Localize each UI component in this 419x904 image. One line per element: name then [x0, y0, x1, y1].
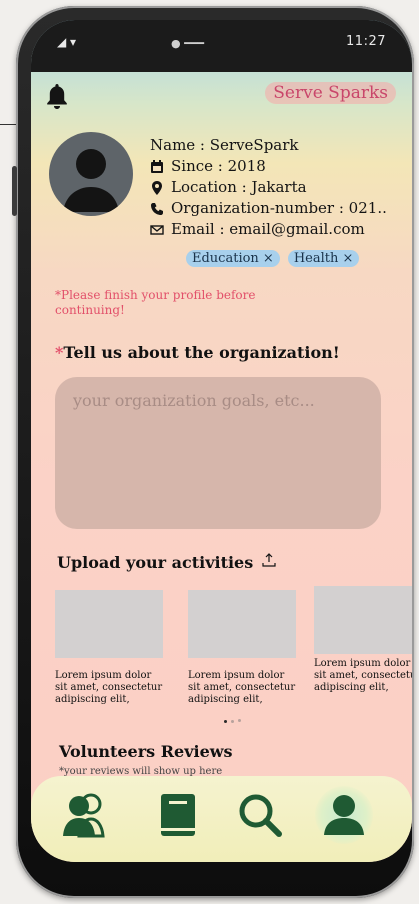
- carousel-dot[interactable]: [231, 720, 234, 723]
- search-icon: [239, 794, 282, 837]
- phone-icon: [151, 202, 163, 215]
- profile-location: Location : Jakarta: [171, 178, 307, 196]
- tag-list: Education × Health ×: [186, 250, 360, 267]
- profile-since: Since : 2018: [171, 157, 266, 175]
- status-bar: ◢ ▾ ● ━━━ 11:27: [31, 20, 412, 72]
- activity-card[interactable]: Lorem ipsum dolor sit amet, consectetur …: [55, 590, 165, 706]
- calendar-icon: [151, 159, 163, 173]
- carousel-dot[interactable]: [224, 720, 227, 723]
- signal-wifi-icon: ◢ ▾: [57, 35, 77, 49]
- profile-warning: *Please finish your profile before conti…: [55, 288, 256, 317]
- profile-since-row: Since : 2018: [150, 156, 387, 177]
- activity-caption: Lorem ipsum dolor sit amet, consectetur …: [55, 670, 163, 705]
- activity-thumbnail: [55, 590, 163, 658]
- activity-card[interactable]: Lorem ipsum dolor sit amet, consectetur …: [314, 586, 412, 694]
- upload-icon[interactable]: [262, 553, 276, 567]
- activity-card[interactable]: Lorem ipsum dolor sit amet, consectetur …: [188, 590, 298, 706]
- location-pin-icon: [152, 180, 162, 195]
- nav-people[interactable]: [57, 786, 115, 844]
- about-textarea[interactable]: your organization goals, etc...: [55, 377, 381, 529]
- mail-icon: [150, 224, 164, 235]
- about-placeholder: your organization goals, etc...: [73, 391, 315, 410]
- volume-button: [12, 166, 17, 216]
- people-icon: [63, 793, 105, 838]
- activity-caption: Lorem ipsum dolor sit amet, consectetur …: [188, 670, 296, 705]
- bottom-nav: [31, 776, 412, 862]
- profile-email-row: Email : email@gmail.com: [150, 219, 387, 240]
- activity-caption: Lorem ipsum dolor sit amet, consectetur …: [314, 658, 412, 693]
- person-icon: [63, 149, 119, 212]
- dynamic-island: ● ━━━: [171, 37, 204, 50]
- activity-thumbnail: [188, 590, 296, 658]
- tag-health[interactable]: Health ×: [287, 250, 360, 267]
- reviews-title: Volunteers Reviews: [59, 742, 233, 761]
- profile-email: Email : email@gmail.com: [171, 220, 365, 238]
- about-heading: *Tell us about the organization!: [55, 343, 340, 362]
- tag-education[interactable]: Education ×: [186, 250, 280, 267]
- profile-icon: [324, 795, 364, 835]
- about-heading-text: Tell us about the organization!: [63, 343, 340, 362]
- brand-logo: Serve Sparks: [265, 82, 396, 104]
- book-icon: [161, 794, 195, 836]
- nav-book[interactable]: [149, 786, 207, 844]
- status-time: 11:27: [346, 34, 386, 49]
- profile-location-row: Location : Jakarta: [150, 177, 387, 198]
- app-screen: ◢ ▾ ● ━━━ 11:27 Serve Sparks Name : Serv…: [31, 20, 412, 862]
- profile-org-number: Organization-number : 021..: [171, 199, 387, 217]
- profile-phone-row: Organization-number : 021..: [150, 198, 387, 219]
- profile-name: Name : ServeSpark: [150, 136, 299, 154]
- bell-icon[interactable]: [45, 82, 69, 110]
- carousel-dot[interactable]: [238, 718, 241, 722]
- avatar[interactable]: [49, 132, 133, 216]
- upload-title: Upload your activities: [57, 553, 254, 572]
- nav-search[interactable]: [231, 786, 289, 844]
- nav-profile[interactable]: [315, 786, 373, 844]
- carousel-dots[interactable]: [224, 718, 241, 723]
- profile-info: Name : ServeSpark Since : 2018 Location …: [150, 135, 387, 240]
- activity-thumbnail: [314, 586, 412, 654]
